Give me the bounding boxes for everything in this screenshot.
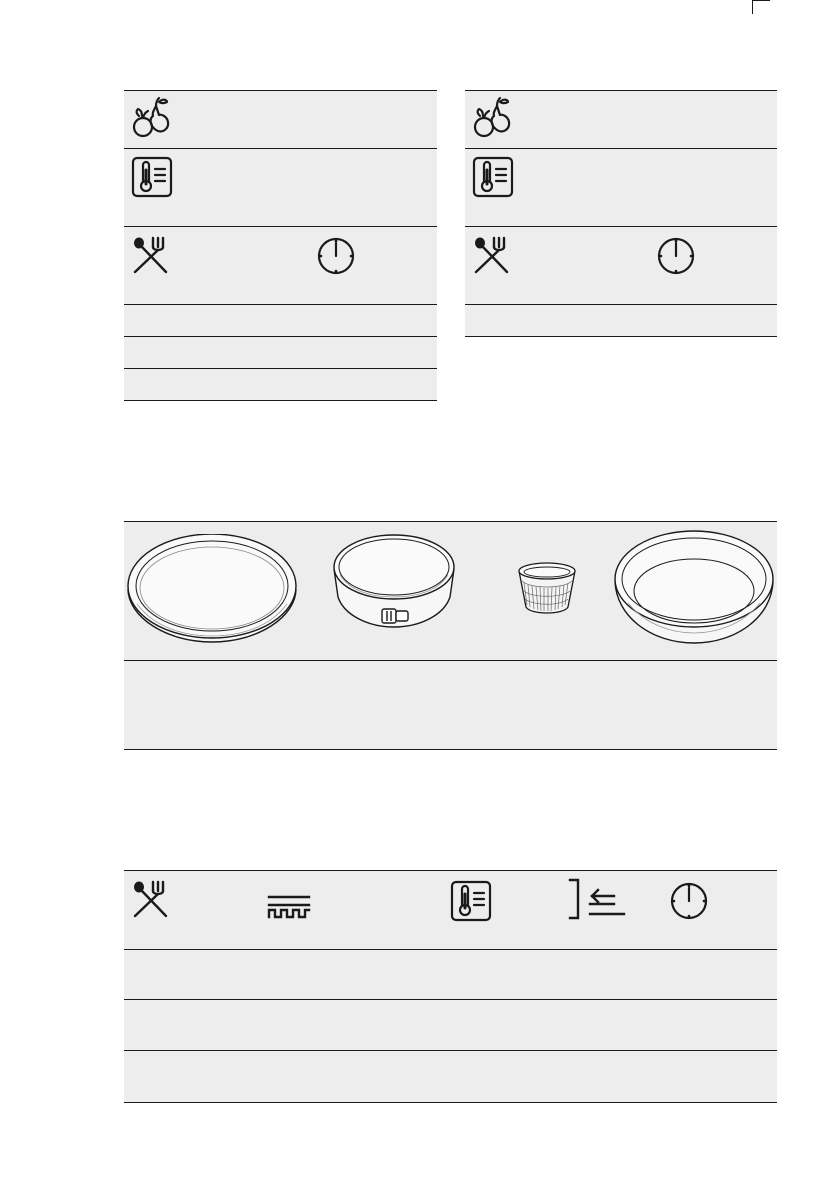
table-row xyxy=(124,304,437,336)
shallow-round-tin-image xyxy=(125,534,299,646)
thermometer-icon xyxy=(450,880,492,922)
shelf-position-icon xyxy=(568,878,626,920)
clock-icon xyxy=(657,237,695,275)
table-row xyxy=(124,660,777,749)
cutlery-icon xyxy=(132,880,168,918)
fruit-icon xyxy=(132,96,170,140)
table-row xyxy=(124,1050,777,1102)
table-3 xyxy=(124,870,777,1103)
cutlery-icon xyxy=(473,236,509,274)
table-row xyxy=(124,336,437,368)
table-row xyxy=(124,368,437,400)
clock-icon xyxy=(670,882,708,920)
ramekin-image xyxy=(516,561,578,619)
table-row xyxy=(124,999,777,1050)
thermometer-icon xyxy=(472,156,514,198)
deep-round-tin-image xyxy=(612,529,776,647)
crop-mark-top-right xyxy=(752,0,770,14)
shelf-icon xyxy=(267,894,311,920)
clock-icon xyxy=(317,237,355,275)
cutlery-icon xyxy=(132,236,168,274)
fruit-icon xyxy=(473,96,511,140)
thermometer-icon xyxy=(131,156,173,198)
springform-tin-image xyxy=(330,531,458,631)
table-1 xyxy=(124,90,437,401)
table-row xyxy=(465,304,777,336)
bakeware-table xyxy=(124,521,777,750)
crop-mark-top-left xyxy=(0,0,18,1)
table-2 xyxy=(465,90,777,337)
table-row xyxy=(124,949,777,999)
